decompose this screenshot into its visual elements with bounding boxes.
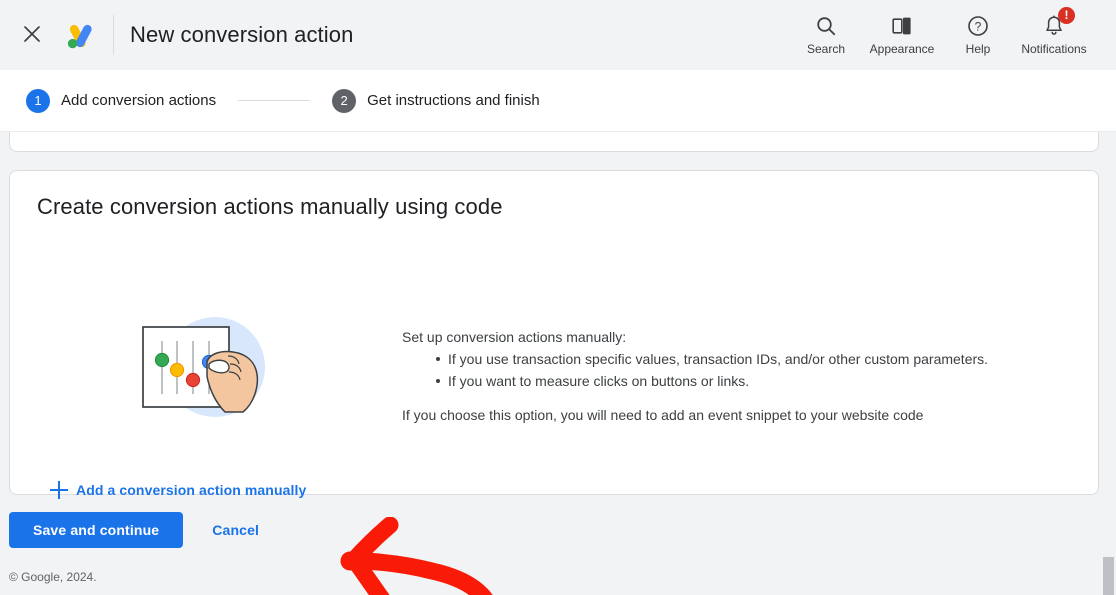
sliders-hand-illustration bbox=[129, 304, 289, 434]
previous-card-partial bbox=[9, 132, 1099, 152]
stepper-item-1[interactable]: 1 Add conversion actions bbox=[26, 88, 217, 113]
stepper-band: 1 Add conversion actions 2 Get instructi… bbox=[0, 70, 1116, 132]
step-number-2: 2 bbox=[332, 88, 357, 113]
manual-conversion-card: Create conversion actions manually using… bbox=[9, 170, 1099, 499]
copy-intro: Set up conversion actions manually: bbox=[402, 329, 627, 345]
stepper: 1 Add conversion actions 2 Get instructi… bbox=[26, 70, 540, 131]
appearance-button[interactable]: Appearance bbox=[864, 5, 940, 65]
copy-spacer bbox=[402, 392, 1042, 404]
cancel-button[interactable]: Cancel bbox=[196, 512, 275, 548]
notifications-button[interactable]: ! Notifications bbox=[1016, 5, 1092, 65]
scroll-body[interactable]: Create conversion actions manually using… bbox=[0, 132, 1116, 595]
header-divider bbox=[113, 15, 114, 55]
plus-icon bbox=[50, 481, 68, 499]
notification-badge: ! bbox=[1058, 7, 1075, 24]
copy-bullet-2: If you want to measure clicks on buttons… bbox=[436, 370, 1042, 392]
save-and-continue-button[interactable]: Save and continue bbox=[9, 512, 184, 548]
step-number-1: 1 bbox=[26, 88, 50, 113]
appearance-label: Appearance bbox=[869, 42, 935, 56]
add-link-label: Add a conversion action manually bbox=[76, 482, 307, 498]
search-button[interactable]: Search bbox=[788, 5, 864, 65]
page-title: New conversion action bbox=[130, 22, 354, 47]
help-icon: ? bbox=[966, 14, 990, 38]
add-conversion-action-manually-link[interactable]: Add a conversion action manually bbox=[50, 481, 306, 499]
search-label: Search bbox=[806, 42, 846, 56]
help-label: Help bbox=[965, 42, 991, 56]
card-title: Create conversion actions manually using… bbox=[37, 194, 503, 219]
close-button[interactable] bbox=[17, 21, 47, 51]
notifications-label: Notifications bbox=[1021, 42, 1087, 56]
copyright-text: © Google, 2024. bbox=[9, 570, 97, 584]
close-icon bbox=[21, 23, 43, 50]
appearance-icon bbox=[890, 14, 914, 38]
scrollbar-track[interactable] bbox=[1101, 132, 1116, 595]
app-header: New conversion action Search Appearance … bbox=[0, 0, 1116, 70]
app-window: New conversion action Search Appearance … bbox=[0, 0, 1116, 595]
copy-bullet-1: If you use transaction specific values, … bbox=[436, 348, 1042, 370]
stepper-connector bbox=[238, 100, 311, 101]
search-icon bbox=[814, 14, 838, 38]
scrollbar-thumb[interactable] bbox=[1103, 557, 1114, 595]
copy-bullets: If you use transaction specific values, … bbox=[402, 348, 1042, 392]
action-button-row: Save and continue Cancel bbox=[9, 512, 275, 548]
stepper-item-2[interactable]: 2 Get instructions and finish bbox=[332, 88, 540, 113]
google-ads-logo[interactable] bbox=[62, 19, 96, 53]
step-label-2: Get instructions and finish bbox=[367, 92, 540, 109]
help-button[interactable]: ? Help bbox=[940, 5, 1016, 65]
card-copy: Set up conversion actions manually: If y… bbox=[402, 326, 1042, 426]
step-label-1: Add conversion actions bbox=[61, 92, 217, 109]
notifications-bell-icon: ! bbox=[1042, 7, 1075, 38]
annotation-arrow-icon bbox=[300, 516, 520, 595]
copy-note: If you choose this option, you will need… bbox=[402, 407, 924, 423]
header-actions: Search Appearance ? Help ! Notifications bbox=[788, 0, 1092, 70]
svg-text:?: ? bbox=[975, 20, 982, 34]
